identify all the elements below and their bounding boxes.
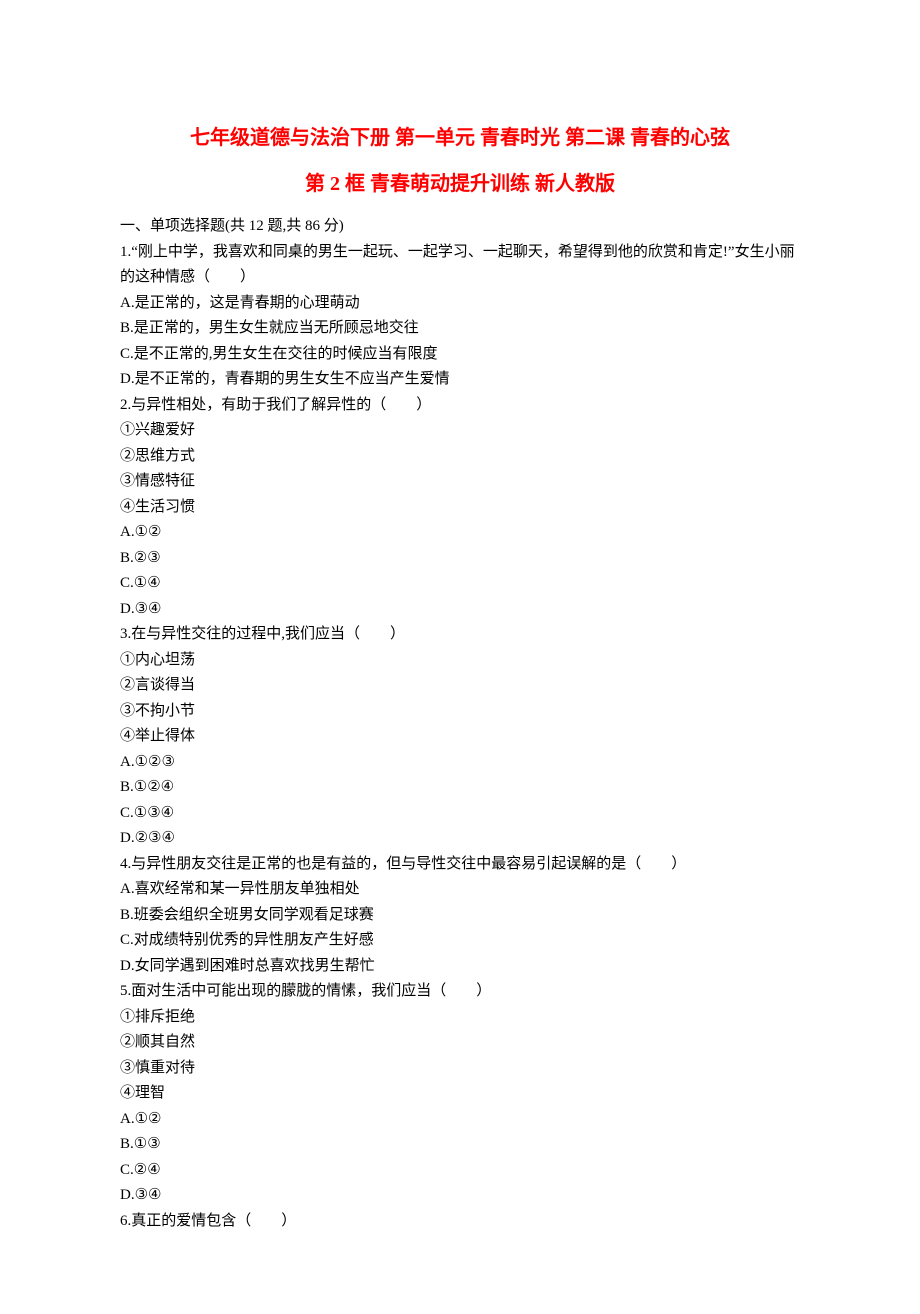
- question-option: A.①②③: [120, 750, 800, 776]
- question-subitem: ④理智: [120, 1081, 800, 1107]
- question-option: C.①③④: [120, 801, 800, 827]
- question-subitem: ②思维方式: [120, 444, 800, 470]
- question-subitem: ②顺其自然: [120, 1030, 800, 1056]
- section-header: 一、单项选择题(共 12 题,共 86 分): [120, 214, 800, 240]
- question-option: A.是正常的，这是青春期的心理萌动: [120, 291, 800, 317]
- question-option: C.②④: [120, 1158, 800, 1184]
- question-stem: 4.与异性朋友交往是正常的也是有益的，但与导性交往中最容易引起误解的是（ ）: [120, 852, 800, 878]
- question-subitem: ③慎重对待: [120, 1056, 800, 1082]
- question-stem: 1.“刚上中学，我喜欢和同桌的男生一起玩、一起学习、一起聊天，希望得到他的欣赏和…: [120, 240, 800, 291]
- question-option: C.对成绩特别优秀的异性朋友产生好感: [120, 928, 800, 954]
- document-page: 七年级道德与法治下册 第一单元 青春时光 第二课 青春的心弦 第 2 框 青春萌…: [0, 0, 920, 1314]
- question-option: B.是正常的，男生女生就应当无所顾忌地交往: [120, 316, 800, 342]
- question-subitem: ②言谈得当: [120, 673, 800, 699]
- question-option: D.③④: [120, 1183, 800, 1209]
- question-option: D.是不正常的，青春期的男生女生不应当产生爱情: [120, 367, 800, 393]
- question-option: B.①③: [120, 1132, 800, 1158]
- question-option: C.是不正常的,男生女生在交往的时候应当有限度: [120, 342, 800, 368]
- document-body: 一、单项选择题(共 12 题,共 86 分) 1.“刚上中学，我喜欢和同桌的男生…: [120, 214, 800, 1234]
- question-option: D.③④: [120, 597, 800, 623]
- question-subitem: ④举止得体: [120, 724, 800, 750]
- question-option: A.喜欢经常和某一异性朋友单独相处: [120, 877, 800, 903]
- question-stem: 5.面对生活中可能出现的朦胧的情愫，我们应当（ ）: [120, 979, 800, 1005]
- question-subitem: ③不拘小节: [120, 699, 800, 725]
- question-subitem: ①兴趣爱好: [120, 418, 800, 444]
- question-option: D.②③④: [120, 826, 800, 852]
- question-option: B.②③: [120, 546, 800, 572]
- question-option: A.①②: [120, 520, 800, 546]
- title-line-2: 第 2 框 青春萌动提升训练 新人教版: [120, 166, 800, 202]
- question-stem: 6.真正的爱情包含（ ）: [120, 1209, 800, 1235]
- question-subitem: ③情感特征: [120, 469, 800, 495]
- question-option: A.①②: [120, 1107, 800, 1133]
- question-option: B.班委会组织全班男女同学观看足球赛: [120, 903, 800, 929]
- question-subitem: ①内心坦荡: [120, 648, 800, 674]
- question-option: B.①②④: [120, 775, 800, 801]
- question-subitem: ①排斥拒绝: [120, 1005, 800, 1031]
- question-stem: 2.与异性相处，有助于我们了解异性的（ ）: [120, 393, 800, 419]
- question-option: C.①④: [120, 571, 800, 597]
- question-subitem: ④生活习惯: [120, 495, 800, 521]
- question-stem: 3.在与异性交往的过程中,我们应当（ ）: [120, 622, 800, 648]
- title-line-1: 七年级道德与法治下册 第一单元 青春时光 第二课 青春的心弦: [120, 120, 800, 156]
- question-option: D.女同学遇到困难时总喜欢找男生帮忙: [120, 954, 800, 980]
